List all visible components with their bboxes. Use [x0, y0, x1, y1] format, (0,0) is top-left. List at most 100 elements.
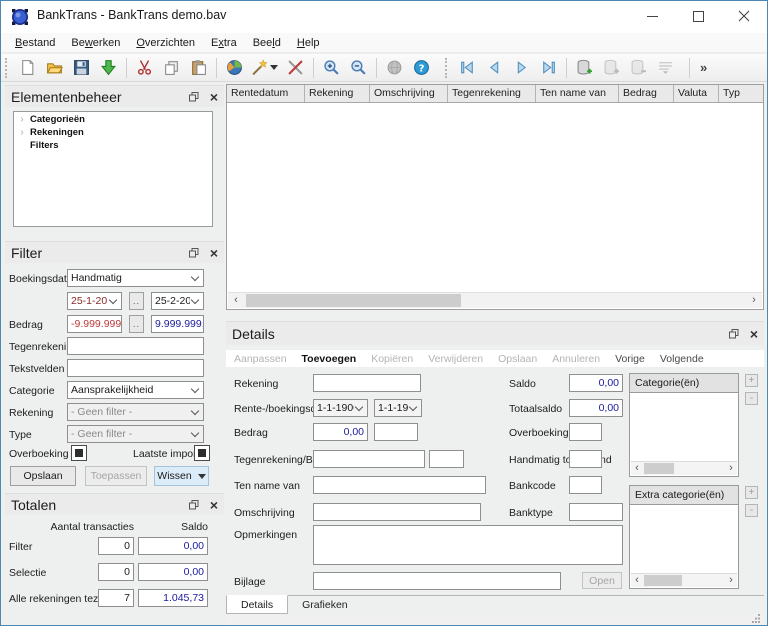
tab-details[interactable]: Details — [226, 595, 288, 614]
auto-categorize-menu-arrow[interactable] — [270, 65, 278, 70]
tekstvelden-input[interactable] — [67, 359, 204, 377]
zoom-in-button[interactable] — [318, 56, 345, 80]
filter-wissen-button[interactable]: Wissen — [154, 466, 209, 486]
auto-categorize-button[interactable] — [248, 56, 270, 80]
action-volgende[interactable]: Volgende — [660, 353, 704, 365]
maximize-button[interactable] — [675, 1, 721, 31]
close-panel-icon[interactable]: × — [204, 244, 224, 262]
tree-item-rekeningen[interactable]: › Rekeningen — [14, 127, 212, 138]
close-button[interactable] — [721, 1, 767, 31]
transactions-menu-button[interactable] — [652, 56, 679, 80]
action-toevoegen[interactable]: Toevoegen — [302, 353, 357, 365]
last-transaction-button[interactable] — [535, 56, 562, 80]
delete-transaction-button[interactable] — [625, 56, 652, 80]
bankcode-input[interactable] — [569, 476, 602, 494]
next-transaction-button[interactable] — [508, 56, 535, 80]
close-panel-icon[interactable]: × — [744, 325, 764, 343]
copy-button[interactable] — [158, 56, 185, 80]
float-panel-icon[interactable] — [184, 496, 204, 514]
zoom-out-button[interactable] — [345, 56, 372, 80]
expand-chevron-icon[interactable]: › — [14, 115, 30, 125]
tools-button[interactable] — [282, 56, 309, 80]
scroll-right-icon[interactable]: › — [746, 293, 762, 308]
float-panel-icon[interactable] — [184, 244, 204, 262]
bedrag-extra-input[interactable] — [374, 423, 418, 441]
bic-input[interactable] — [429, 450, 464, 468]
tab-grafieken[interactable]: Grafieken — [288, 596, 362, 614]
categorize-chart-button[interactable] — [221, 56, 248, 80]
toolbar-grip[interactable] — [5, 58, 9, 78]
ten-name-van-input[interactable] — [313, 476, 486, 494]
categorien-scrollbar[interactable]: ‹ › — [631, 461, 737, 475]
action-verwijderen[interactable]: Verwijderen — [428, 353, 483, 365]
column-header[interactable]: Rentedatum — [227, 85, 305, 102]
open-button[interactable] — [41, 56, 68, 80]
titlebar[interactable]: BankTrans - BankTrans demo.bav — [1, 1, 767, 33]
categorien-remove-button[interactable]: - — [745, 392, 758, 405]
action-opslaan[interactable]: Opslaan — [498, 353, 537, 365]
close-panel-icon[interactable]: × — [204, 496, 224, 514]
scrollbar-thumb[interactable] — [644, 463, 674, 474]
column-header[interactable]: Tegenrekening — [448, 85, 536, 102]
scroll-right-icon[interactable]: › — [725, 462, 737, 475]
bijlage-input[interactable] — [313, 572, 561, 590]
date-range-button[interactable]: .. — [129, 292, 144, 310]
scrollbar-thumb[interactable] — [644, 575, 682, 586]
close-panel-icon[interactable]: × — [204, 88, 224, 106]
action-kopieren[interactable]: Kopiëren — [371, 353, 413, 365]
extra-categorien-add-button[interactable]: + — [745, 486, 758, 499]
extra-categorien-list[interactable]: ‹ › — [629, 505, 739, 589]
tree-item-categorien[interactable]: › Categorieën — [14, 114, 212, 125]
previous-transaction-button[interactable] — [481, 56, 508, 80]
toolbar-grip[interactable] — [445, 58, 449, 78]
action-aanpassen[interactable]: Aanpassen — [234, 353, 287, 365]
rekening-filter-select[interactable]: - Geen filter - — [67, 403, 204, 421]
scroll-left-icon[interactable]: ‹ — [228, 293, 244, 308]
menu-help[interactable]: Help — [289, 35, 328, 51]
add-transaction-button[interactable] — [571, 56, 598, 80]
column-header[interactable]: Omschrijving — [370, 85, 448, 102]
float-panel-icon[interactable] — [184, 88, 204, 106]
laatste-import-checkbox[interactable] — [194, 445, 210, 461]
scroll-left-icon[interactable]: ‹ — [631, 462, 643, 475]
cut-button[interactable] — [131, 56, 158, 80]
banktype-input[interactable] — [569, 503, 623, 521]
insert-transaction-button[interactable] — [598, 56, 625, 80]
categorien-list[interactable]: ‹ › — [629, 393, 739, 477]
column-header[interactable]: Rekening — [305, 85, 370, 102]
overboeking-checkbox[interactable] — [71, 445, 87, 461]
column-header[interactable]: Valuta — [674, 85, 719, 102]
datum-from-select[interactable]: 1-1-1900 — [313, 399, 368, 417]
extra-categorien-remove-button[interactable]: - — [745, 504, 758, 517]
paste-button[interactable] — [185, 56, 212, 80]
menu-bestand[interactable]: Bestand — [7, 35, 63, 51]
overboeking-detail-input[interactable] — [569, 423, 602, 441]
more-buttons-chevron[interactable]: » — [700, 60, 707, 75]
column-header[interactable]: Typ — [719, 85, 763, 102]
float-panel-icon[interactable] — [724, 325, 744, 343]
filter-toepassen-button[interactable]: Toepassen — [85, 466, 147, 486]
bedrag-input[interactable]: 0,00 — [313, 423, 368, 441]
type-filter-select[interactable]: - Geen filter - — [67, 425, 204, 443]
expand-chevron-icon[interactable]: › — [14, 128, 30, 138]
tegenrekening-input[interactable] — [67, 337, 204, 355]
first-transaction-button[interactable] — [454, 56, 481, 80]
column-header[interactable]: Bedrag — [619, 85, 674, 102]
scroll-left-icon[interactable]: ‹ — [631, 574, 643, 587]
bedrag-min-input[interactable]: -9.999.999,99 — [67, 315, 122, 333]
date-to-select[interactable]: 25-2-2024 — [151, 292, 204, 310]
scrollbar-thumb[interactable] — [246, 294, 461, 307]
scroll-right-icon[interactable]: › — [725, 574, 737, 587]
filter-opslaan-button[interactable]: Opslaan — [10, 466, 76, 486]
categorien-add-button[interactable]: + — [745, 374, 758, 387]
bijlage-open-button[interactable]: Open — [582, 572, 622, 589]
menu-bewerken[interactable]: Bewerken — [63, 35, 128, 51]
boekingsdatum-select[interactable]: Handmatig — [67, 269, 204, 287]
tegenrekening-detail-input[interactable] — [313, 450, 425, 468]
save-button[interactable] — [68, 56, 95, 80]
column-header[interactable]: Ten name van — [536, 85, 619, 102]
categorie-select[interactable]: Aansprakelijkheid — [67, 381, 204, 399]
date-from-select[interactable]: 25-1-2010 — [67, 292, 122, 310]
action-vorige[interactable]: Vorige — [615, 353, 645, 365]
bedrag-range-button[interactable]: .. — [129, 315, 144, 333]
